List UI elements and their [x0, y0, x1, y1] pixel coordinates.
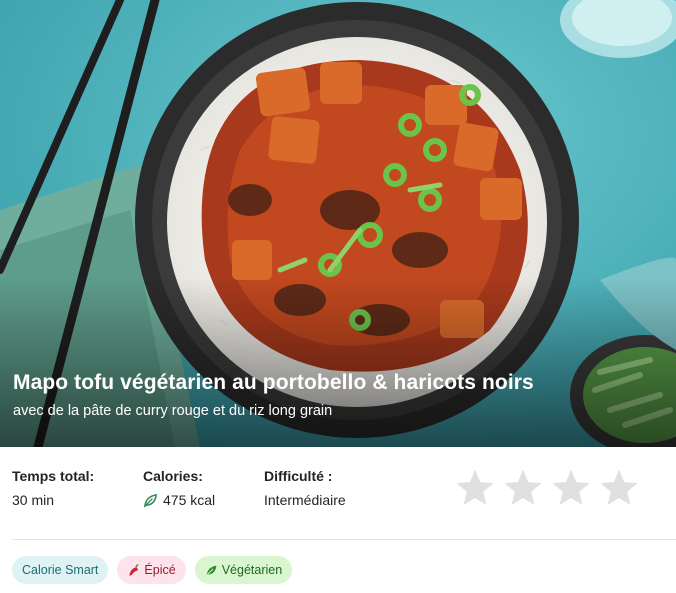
star-rating[interactable]: [454, 467, 640, 509]
tag-calorie-smart[interactable]: Calorie Smart: [12, 556, 109, 584]
divider: [12, 539, 676, 540]
calories-value: 475 kcal: [163, 492, 216, 508]
chili-icon: [129, 563, 139, 576]
tag-vegetarian[interactable]: Végétarien: [194, 556, 293, 584]
difficulty-value: Intermédiaire: [264, 492, 346, 508]
tag-label: Calorie Smart: [22, 563, 99, 577]
star-icon[interactable]: [502, 467, 544, 509]
difficulty: Difficulté : Intermédiaire: [264, 468, 346, 508]
tag-spicy[interactable]: Épicé: [117, 556, 186, 584]
calories-label: Calories:: [143, 468, 203, 484]
recipe-hero: Mapo tofu végétarien au portobello & har…: [0, 0, 676, 447]
star-icon[interactable]: [550, 467, 592, 509]
star-icon[interactable]: [454, 467, 496, 509]
leaf-icon: [205, 565, 217, 576]
difficulty-label: Difficulté :: [264, 468, 333, 484]
recipe-tags: Calorie Smart Épicé Végétarien: [12, 556, 293, 584]
leaf-icon: [143, 493, 157, 507]
tag-label: Végétarien: [221, 563, 283, 577]
recipe-subtitle: avec de la pâte de curry rouge et du riz…: [13, 403, 333, 419]
total-time: Temps total: 30 min: [12, 468, 94, 508]
recipe-title: Mapo tofu végétarien au portobello & har…: [13, 371, 534, 394]
tag-label: Épicé: [144, 563, 176, 577]
star-icon[interactable]: [598, 467, 640, 509]
total-time-label: Temps total:: [12, 468, 95, 484]
calories: Calories: 475 kcal: [143, 468, 215, 508]
total-time-value: 30 min: [12, 492, 55, 508]
hero-shade: [0, 277, 676, 447]
